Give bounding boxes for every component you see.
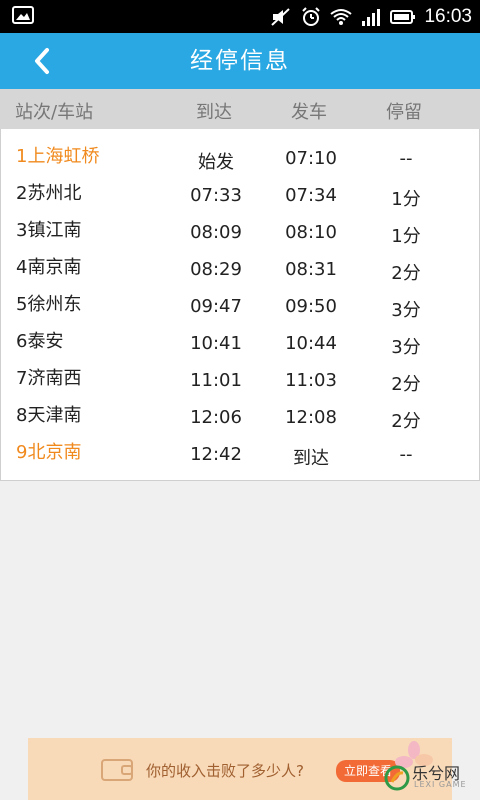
stay-duration: 3分 — [391, 300, 421, 321]
depart-time: 08:31 — [285, 259, 337, 280]
depart-time: 11:03 — [285, 370, 337, 391]
table-row: 1上海虹桥 始发 07:10 -- — [1, 136, 479, 173]
column-stay: 停留 — [386, 102, 422, 123]
depart-time: 到达 — [293, 448, 329, 469]
alarm-icon — [300, 6, 322, 27]
station-name: 2苏州北 — [16, 183, 82, 204]
stay-duration: -- — [399, 444, 413, 465]
table-row: 2苏州北 07:33 07:34 1分 — [1, 173, 479, 210]
station-name: 6泰安 — [16, 331, 64, 352]
wallet-icon — [101, 759, 133, 781]
arrive-time: 08:09 — [190, 222, 242, 243]
mute-icon — [270, 7, 292, 27]
page-title: 经停信息 — [190, 48, 290, 74]
station-name: 5徐州东 — [16, 294, 82, 315]
stop-table: 1上海虹桥 始发 07:10 -- 2苏州北 07:33 07:34 1分 3镇… — [0, 129, 480, 481]
table-row: 8天津南 12:06 12:08 2分 — [1, 395, 479, 432]
arrive-time: 08:29 — [190, 259, 242, 280]
arrive-time: 11:01 — [190, 370, 242, 391]
gallery-icon — [12, 6, 34, 24]
logo-icon — [384, 765, 410, 791]
stay-duration: 2分 — [391, 411, 421, 432]
column-depart: 发车 — [291, 102, 327, 123]
table-row: 6泰安 10:41 10:44 3分 — [1, 321, 479, 358]
depart-time: 09:50 — [285, 296, 337, 317]
stay-duration: 2分 — [391, 374, 421, 395]
table-row: 5徐州东 09:47 09:50 3分 — [1, 284, 479, 321]
signal-icon — [360, 7, 382, 27]
table-header: 站次/车站 到达 发车 停留 — [0, 89, 480, 129]
stay-duration: 1分 — [391, 226, 421, 247]
station-name: 7济南西 — [16, 368, 82, 389]
title-bar: 经停信息 — [0, 33, 480, 89]
ad-text: 你的收入击败了多少人? — [146, 762, 304, 780]
station-name: 3镇江南 — [16, 220, 82, 241]
arrive-time: 07:33 — [190, 185, 242, 206]
arrive-time: 12:06 — [190, 407, 242, 428]
depart-time: 07:10 — [285, 148, 337, 169]
station-name: 1上海虹桥 — [16, 146, 100, 167]
battery-icon — [390, 7, 416, 27]
depart-time: 07:34 — [285, 185, 337, 206]
column-station: 站次/车站 — [15, 102, 94, 123]
site-logo: 乐兮网 LEXI GAME — [384, 760, 474, 798]
stay-duration: 2分 — [391, 263, 421, 284]
status-bar: 16:03 — [0, 0, 480, 33]
stay-duration: -- — [399, 148, 413, 169]
table-row: 9北京南 12:42 到达 -- — [1, 432, 479, 469]
arrive-time: 10:41 — [190, 333, 242, 354]
depart-time: 10:44 — [285, 333, 337, 354]
table-row: 3镇江南 08:09 08:10 1分 — [1, 210, 479, 247]
stay-duration: 3分 — [391, 337, 421, 358]
clock-time: 16:03 — [424, 5, 472, 27]
logo-subtext: LEXI GAME — [414, 780, 467, 789]
station-name: 4南京南 — [16, 257, 82, 278]
table-row: 4南京南 08:29 08:31 2分 — [1, 247, 479, 284]
column-arrive: 到达 — [196, 102, 232, 123]
arrive-time: 09:47 — [190, 296, 242, 317]
depart-time: 12:08 — [285, 407, 337, 428]
station-name: 8天津南 — [16, 405, 82, 426]
station-name: 9北京南 — [16, 442, 82, 463]
arrive-time: 12:42 — [190, 444, 242, 465]
arrive-time: 始发 — [198, 152, 234, 173]
chevron-left-icon — [35, 48, 49, 74]
wifi-icon — [330, 7, 353, 27]
stay-duration: 1分 — [391, 189, 421, 210]
back-button[interactable] — [22, 41, 62, 81]
depart-time: 08:10 — [285, 222, 337, 243]
table-row: 7济南西 11:01 11:03 2分 — [1, 358, 479, 395]
